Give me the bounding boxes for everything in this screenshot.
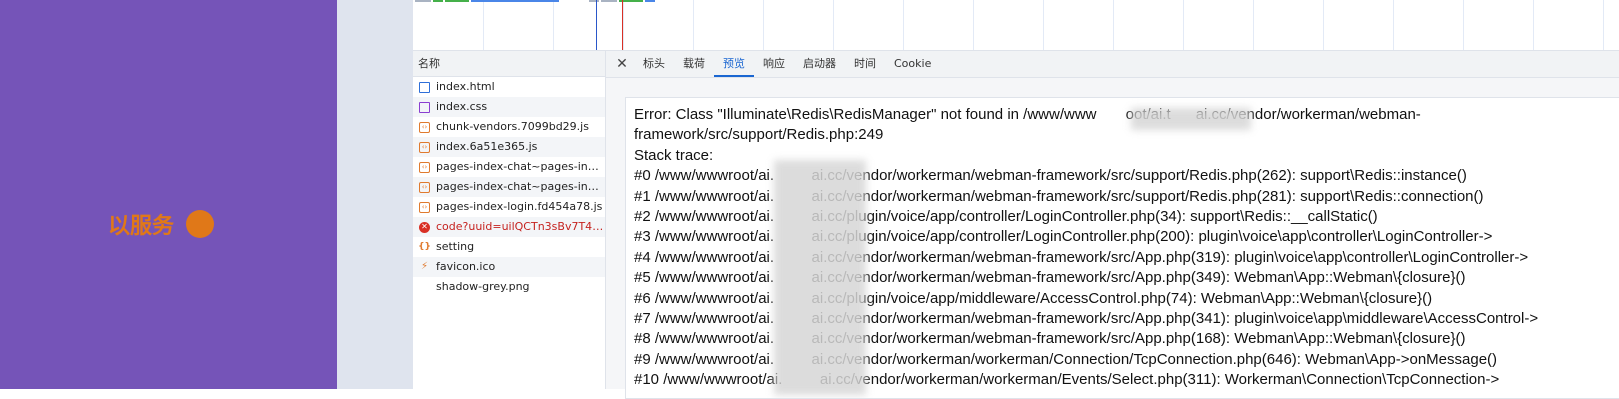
script-icon: ‹› bbox=[419, 121, 430, 133]
script-icon: ‹› bbox=[419, 181, 430, 193]
app-background-panel: 以服务 bbox=[0, 0, 337, 389]
tab-cookies[interactable]: Cookie bbox=[885, 51, 940, 77]
timeline-bar bbox=[589, 0, 599, 2]
timeline-bar bbox=[415, 0, 431, 2]
tab-payload[interactable]: 载荷 bbox=[674, 51, 714, 77]
devtools-network-panel: 名称 index.html index.css ‹› chunk-vendors.70… bbox=[413, 0, 1619, 399]
status-dot-icon bbox=[186, 210, 215, 238]
timeline-bar bbox=[645, 0, 655, 2]
request-row[interactable]: ⚡ favicon.ico bbox=[413, 257, 605, 277]
timeline-gridline bbox=[693, 0, 694, 50]
tab-timing[interactable]: 时间 bbox=[845, 51, 885, 77]
request-row[interactable]: ✕ code?uuid=uilQCTn3sBv7T4a8... bbox=[413, 217, 605, 237]
request-row[interactable]: shadow-grey.png bbox=[413, 277, 605, 297]
request-row[interactable]: ‹› chunk-vendors.7099bd29.js bbox=[413, 117, 605, 137]
timeline-domcontentloaded-marker bbox=[596, 0, 597, 50]
timeline-gridline bbox=[763, 0, 764, 50]
network-timeline[interactable] bbox=[413, 0, 1619, 51]
request-row[interactable]: ‹› index.6a51e365.js bbox=[413, 137, 605, 157]
request-row[interactable]: ‹› pages-index-chat~pages-inde... bbox=[413, 157, 605, 177]
response-preview[interactable]: Error: Class "Illuminate\Redis\RedisMana… bbox=[625, 97, 1619, 399]
redaction-blur bbox=[1131, 108, 1251, 130]
timeline-bar bbox=[445, 0, 469, 2]
timeline-gridline bbox=[553, 0, 554, 50]
detail-tabs: ✕ 标头 载荷 预览 响应 启动器 时间 Cookie bbox=[606, 51, 1619, 78]
stack-trace-line: framework/src/support/Redis.php:249 bbox=[634, 126, 884, 144]
stylesheet-icon bbox=[419, 101, 430, 113]
request-name: pages-index-login.fd454a78.js bbox=[436, 200, 603, 213]
service-label-text: 以服务 bbox=[108, 214, 175, 239]
blank-icon bbox=[419, 282, 430, 293]
timeline-bar bbox=[433, 0, 443, 2]
script-icon: ‹› bbox=[419, 141, 430, 153]
request-name: code?uuid=uilQCTn3sBv7T4a8... bbox=[436, 220, 604, 233]
timeline-bar bbox=[471, 0, 559, 2]
timeline-gridline bbox=[623, 0, 624, 50]
timeline-gridline bbox=[483, 0, 484, 50]
error-icon: ✕ bbox=[419, 221, 430, 233]
timeline-gridline bbox=[1253, 0, 1254, 50]
tab-headers[interactable]: 标头 bbox=[634, 51, 674, 77]
request-name: index.html bbox=[436, 80, 495, 93]
request-name: favicon.ico bbox=[436, 260, 496, 273]
close-icon[interactable]: ✕ bbox=[610, 56, 634, 72]
preview-pane: Error: Class "Illuminate\Redis\RedisMana… bbox=[606, 78, 1619, 399]
timeline-gridline bbox=[1463, 0, 1464, 50]
request-name: pages-index-chat~pages-inde... bbox=[436, 160, 604, 173]
timeline-load-marker bbox=[622, 0, 623, 50]
timeline-gridline bbox=[1183, 0, 1184, 50]
redaction-blur bbox=[774, 160, 866, 395]
script-icon: ‹› bbox=[419, 161, 430, 173]
timeline-gridline bbox=[833, 0, 834, 50]
request-name: chunk-vendors.7099bd29.js bbox=[436, 120, 589, 133]
request-name: shadow-grey.png bbox=[436, 280, 530, 293]
stack-trace-line: Error: Class "Illuminate\Redis\RedisMana… bbox=[634, 106, 1421, 123]
timeline-gridline bbox=[903, 0, 904, 50]
service-label: 以服务 bbox=[108, 208, 215, 240]
devtools-gutter bbox=[337, 0, 413, 389]
request-list-header[interactable]: 名称 bbox=[413, 51, 605, 77]
document-icon bbox=[419, 81, 430, 93]
request-rows: index.html index.css ‹› chunk-vendors.7099b… bbox=[413, 77, 605, 297]
tab-initiator[interactable]: 启动器 bbox=[794, 51, 845, 77]
timeline-gridline bbox=[1393, 0, 1394, 50]
tab-preview[interactable]: 预览 bbox=[714, 51, 754, 77]
timeline-gridline bbox=[973, 0, 974, 50]
request-name: setting bbox=[436, 240, 475, 253]
script-icon: ‹› bbox=[419, 201, 430, 213]
request-name: pages-index-chat~pages-inde... bbox=[436, 180, 604, 193]
timeline-gridline bbox=[1533, 0, 1534, 50]
request-row[interactable]: index.css bbox=[413, 97, 605, 117]
request-row[interactable]: index.html bbox=[413, 77, 605, 97]
timeline-gridline bbox=[1043, 0, 1044, 50]
favicon-icon: ⚡ bbox=[420, 261, 429, 272]
tab-response[interactable]: 响应 bbox=[754, 51, 794, 77]
json-icon: {} bbox=[418, 241, 431, 252]
timeline-gridline bbox=[1323, 0, 1324, 50]
request-row[interactable]: ‹› pages-index-login.fd454a78.js bbox=[413, 197, 605, 217]
request-row[interactable]: ‹› pages-index-chat~pages-inde... bbox=[413, 177, 605, 197]
request-name: index.6a51e365.js bbox=[436, 140, 538, 153]
request-list: 名称 index.html index.css ‹› chunk-vendors.70… bbox=[413, 51, 606, 389]
timeline-gridline bbox=[1603, 0, 1604, 50]
timeline-bar bbox=[601, 0, 617, 2]
timeline-gridline bbox=[1113, 0, 1114, 50]
request-row[interactable]: {} setting bbox=[413, 237, 605, 257]
request-name: index.css bbox=[436, 100, 488, 113]
